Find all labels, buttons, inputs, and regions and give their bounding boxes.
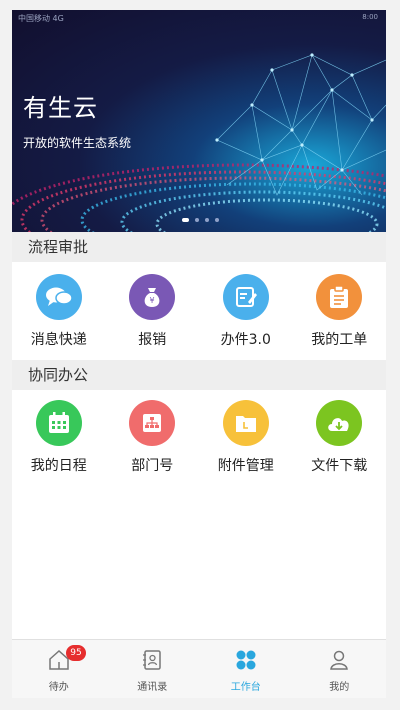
org-chart-icon [129, 400, 176, 446]
app-my-schedule[interactable]: 我的日程 [12, 400, 106, 475]
carousel-dot[interactable] [182, 218, 189, 222]
app-reimbursement[interactable]: ¥ 报销 [106, 274, 200, 349]
app-screen: 中国移动 4G 8:00 有生云 开放的软件生态系统 流程审批 消息快递 ¥ 报… [12, 10, 386, 698]
app-label: 报销 [138, 332, 167, 348]
collab-grid: 我的日程 部门号 附件管理 文件下载 [12, 400, 386, 475]
svg-text:¥: ¥ [150, 296, 155, 305]
app-label: 消息快递 [30, 332, 87, 348]
app-my-tickets[interactable]: 我的工单 [293, 274, 387, 349]
tab-todo[interactable]: 95 待办 [12, 640, 106, 698]
app-office-3[interactable]: 办件3.0 [199, 274, 293, 349]
section-header-approval: 流程审批 [12, 232, 386, 262]
app-label: 我的工单 [311, 332, 368, 348]
banner-subtitle: 开放的软件生态系统 [23, 136, 132, 150]
carousel-dot[interactable] [215, 218, 219, 222]
banner-title: 有生云 [23, 94, 98, 122]
app-department[interactable]: 部门号 [106, 400, 200, 475]
cloud-download-icon [316, 400, 363, 446]
tab-label: 我的 [329, 682, 350, 693]
todo-count-badge: 95 [66, 645, 86, 661]
workbench-icon [234, 648, 258, 676]
tab-workbench[interactable]: 工作台 [199, 640, 293, 698]
tab-label: 待办 [48, 682, 69, 693]
carousel-dot[interactable] [195, 218, 199, 222]
tab-contacts[interactable]: 通讯录 [106, 640, 200, 698]
edit-document-icon [222, 274, 269, 320]
app-label: 文件下载 [311, 458, 368, 474]
tab-label: 通讯录 [137, 682, 168, 693]
app-file-download[interactable]: 文件下载 [293, 400, 387, 475]
folder-icon [222, 400, 269, 446]
money-bag-icon: ¥ [129, 274, 176, 320]
carousel-indicator[interactable] [182, 218, 219, 222]
clipboard-icon [316, 274, 363, 320]
tab-label: 工作台 [230, 682, 261, 693]
calendar-icon [35, 400, 82, 446]
status-carrier: 中国移动 4G [18, 14, 64, 23]
app-label: 我的日程 [30, 458, 87, 474]
bottom-tab-bar: 95 待办 通讯录 工作台 我的 [12, 639, 386, 698]
approval-grid: 消息快递 ¥ 报销 办件3.0 我的工单 [12, 274, 386, 349]
app-label: 部门号 [131, 458, 174, 474]
chat-bubbles-icon [35, 274, 82, 320]
section-header-collab: 协同办公 [12, 360, 386, 390]
carousel-dot[interactable] [205, 218, 209, 222]
status-time: 8:00 [362, 13, 378, 21]
tab-me[interactable]: 我的 [293, 640, 387, 698]
person-icon [327, 648, 351, 676]
app-message-express[interactable]: 消息快递 [12, 274, 106, 349]
app-attachments[interactable]: 附件管理 [199, 400, 293, 475]
app-label: 办件3.0 [220, 332, 271, 348]
contacts-icon [140, 648, 164, 676]
app-label: 附件管理 [217, 458, 274, 474]
banner-carousel[interactable]: 中国移动 4G 8:00 有生云 开放的软件生态系统 [12, 10, 386, 232]
